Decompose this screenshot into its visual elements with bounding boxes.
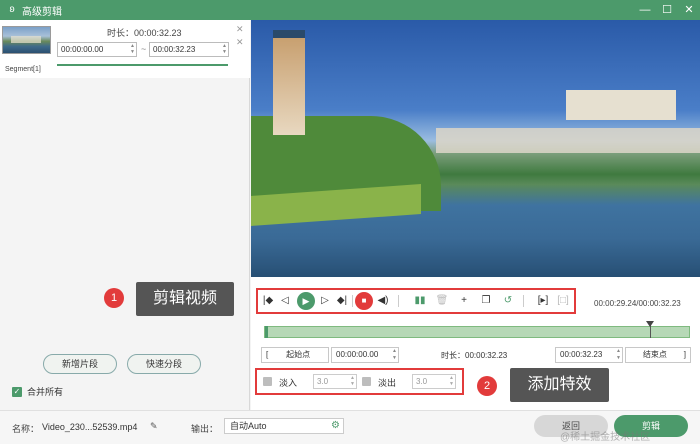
- spinner-icon[interactable]: ▲ ▼: [130, 43, 135, 55]
- gear-icon[interactable]: ⚙: [331, 419, 340, 433]
- fullscreen-icon[interactable]: [□]: [556, 294, 570, 308]
- go-to-start-icon[interactable]: |◆: [261, 294, 275, 308]
- video-tower: [273, 30, 305, 135]
- fit-icon[interactable]: [▸]: [536, 294, 550, 308]
- delete-icon[interactable]: 🗑: [435, 294, 449, 308]
- maximize-icon[interactable]: ☐: [656, 0, 678, 20]
- title-bar: ʚ 高级剪辑 — ☐ ✕: [0, 0, 700, 20]
- segment-thumbnail: [2, 26, 51, 54]
- playback-controls: |◆ ◁ ▶ ▷ ◆| ■ ◀) ▮▮ 🗑 + ❐ ↺ [▸] [□] 00:0…: [251, 286, 700, 314]
- spinner-icon[interactable]: ▲ ▼: [350, 375, 355, 387]
- name-label: 名称：: [12, 424, 40, 434]
- range-duration: 时长：00:00:32.23: [441, 351, 508, 360]
- close-icon[interactable]: ✕: [678, 0, 700, 20]
- segment-end-input[interactable]: 00:00:32.23 ▲ ▼: [149, 42, 229, 57]
- fade-in-input[interactable]: 3.0 ▲ ▼: [313, 374, 357, 389]
- spinner-icon[interactable]: ▲ ▼: [222, 43, 227, 55]
- video-fortress: [566, 90, 676, 120]
- set-end-point-button[interactable]: 结束点 ]: [625, 347, 691, 363]
- range-row: [ 起始点 00:00:00.00 ▲ ▼ 时长：00:00:32.23 00:0…: [261, 347, 691, 363]
- go-to-end-icon[interactable]: ◆|: [335, 294, 349, 308]
- segment-progress-bar: [57, 64, 228, 66]
- segment-label: Segment[1]: [5, 66, 41, 73]
- callout-number: 2: [477, 376, 497, 396]
- fade-out-input[interactable]: 3.0 ▲ ▼: [412, 374, 456, 389]
- divider: [398, 295, 399, 307]
- fade-out-label: 淡出: [378, 378, 397, 388]
- set-start-point-button[interactable]: [ 起始点: [261, 347, 329, 363]
- play-icon[interactable]: ▶: [297, 292, 315, 310]
- edit-name-icon[interactable]: ✎: [150, 421, 158, 432]
- spinner-icon[interactable]: ▲ ▼: [392, 348, 397, 362]
- next-frame-icon[interactable]: ▷: [318, 294, 332, 308]
- segment-panel: 时长：00:00:32.23 00:00:00.00 ▲ ▼ ~ 00:00:32…: [0, 20, 250, 410]
- timeline-track[interactable]: [264, 321, 690, 338]
- video-preview[interactable]: [251, 20, 700, 277]
- range-end-input[interactable]: 00:00:32.23 ▲ ▼: [555, 347, 623, 363]
- output-format-select[interactable]: 自动Auto ⚙: [224, 418, 344, 434]
- output-label: 输出：: [191, 424, 219, 434]
- split-icon[interactable]: ▮▮: [413, 294, 427, 308]
- spinner-icon[interactable]: ▲ ▼: [616, 348, 621, 362]
- minimize-icon[interactable]: —: [634, 0, 656, 20]
- divider: [523, 295, 524, 307]
- quick-split-button[interactable]: 快速分段: [127, 354, 201, 374]
- fade-in-label: 淡入: [279, 378, 298, 388]
- file-name: Video_230...52539.mp4: [42, 422, 138, 432]
- callout-number: 1: [104, 288, 124, 308]
- timeline-start-handle[interactable]: [265, 326, 268, 338]
- checkbox-checked-icon[interactable]: ✓: [12, 386, 22, 397]
- close-segment-icon[interactable]: ✕: [236, 37, 244, 48]
- segment-start-input[interactable]: 00:00:00.00 ▲ ▼: [57, 42, 137, 57]
- preview-panel: |◆ ◁ ▶ ▷ ◆| ■ ◀) ▮▮ 🗑 + ❐ ↺ [▸] [□] 00:0…: [251, 20, 700, 410]
- callout-label: 剪辑视频: [136, 282, 234, 316]
- new-segment-button[interactable]: 新增片段: [43, 354, 117, 374]
- spinner-icon[interactable]: ▲ ▼: [449, 375, 454, 387]
- volume-icon[interactable]: ◀): [376, 294, 390, 308]
- fade-out-checkbox[interactable]: [362, 377, 371, 386]
- segment-duration: 时长：00:00:32.23: [107, 28, 182, 38]
- previous-frame-icon[interactable]: ◁: [278, 294, 292, 308]
- copy-icon[interactable]: ❐: [479, 294, 493, 308]
- range-separator: ~: [141, 44, 147, 54]
- merge-all-option[interactable]: ✓ 合并所有: [12, 385, 63, 398]
- add-icon[interactable]: +: [457, 294, 471, 308]
- playhead-marker[interactable]: [645, 321, 654, 338]
- app-logo-icon: ʚ: [9, 4, 15, 15]
- range-start-input[interactable]: 00:00:00.00 ▲ ▼: [331, 347, 399, 363]
- divider: [352, 295, 353, 307]
- segment-item[interactable]: 时长：00:00:32.23 00:00:00.00 ▲ ▼ ~ 00:00:32…: [0, 20, 250, 78]
- merge-all-label: 合并所有: [27, 387, 64, 397]
- callout-label: 添加特效: [510, 368, 609, 402]
- window-controls: — ☐ ✕: [634, 0, 700, 20]
- fade-in-checkbox[interactable]: [263, 377, 272, 386]
- reset-icon[interactable]: ↺: [501, 294, 515, 308]
- video-town: [436, 128, 700, 153]
- watermark: @稀土掘金技术社区: [560, 432, 651, 443]
- window-title: 高级剪辑: [22, 6, 62, 18]
- playback-time: 00:00:29.24/00:00:32.23: [594, 299, 681, 308]
- stop-icon[interactable]: ■: [355, 292, 373, 310]
- delete-segment-icon[interactable]: ✕: [236, 24, 244, 35]
- advanced-edit-window: ʚ 高级剪辑 — ☐ ✕ 时长：00:00:32.23 00:00:00.00 …: [0, 0, 700, 444]
